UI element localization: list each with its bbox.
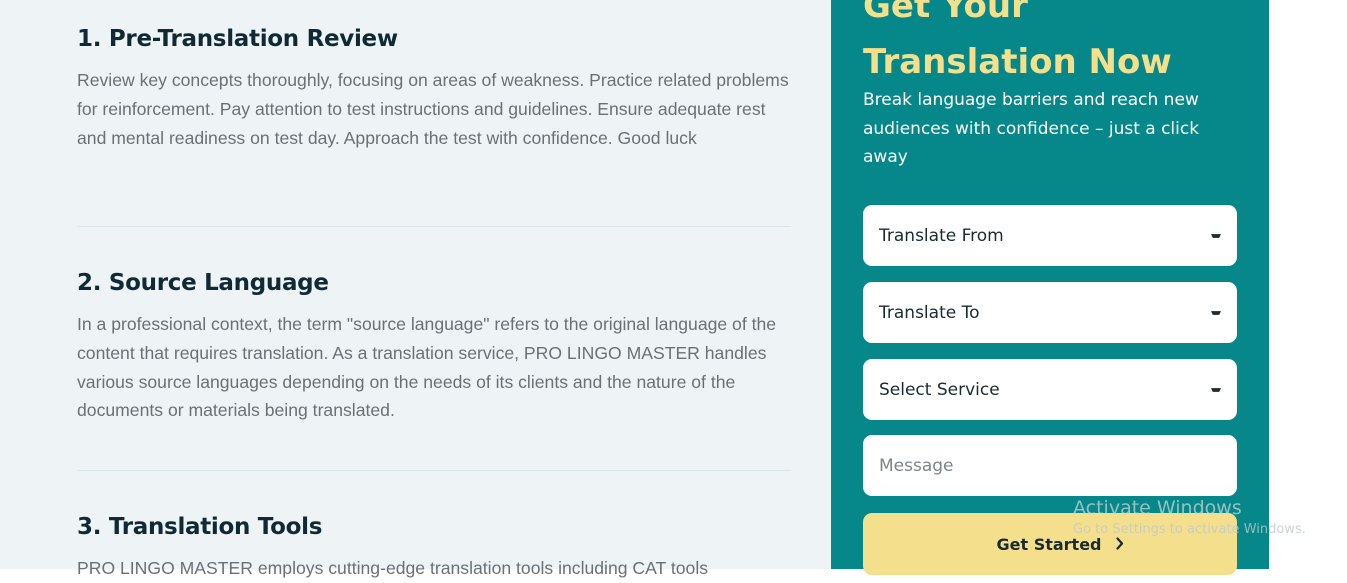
section-body: Review key concepts thoroughly, focusing… <box>77 70 789 148</box>
section-body: In a professional context, the term "sou… <box>77 314 777 421</box>
translate-to-label: Translate To <box>879 302 980 323</box>
panel-subtitle: Break language barriers and reach new au… <box>863 90 1200 167</box>
panel-title: Get Your Translation Now <box>863 0 1172 82</box>
section-divider <box>77 470 791 471</box>
chevron-down-icon <box>1211 308 1221 318</box>
select-service-label: Select Service <box>879 379 1000 400</box>
message-input[interactable]: Message <box>863 435 1237 496</box>
section-translation-tools: 3. Translation Tools PRO LINGO MASTER em… <box>77 512 791 583</box>
get-started-label: Get Started <box>996 534 1102 554</box>
message-placeholder: Message <box>879 455 954 476</box>
section-divider <box>77 226 791 227</box>
translate-to-select[interactable]: Translate To <box>863 282 1237 343</box>
chevron-down-icon <box>1211 385 1221 395</box>
translate-from-select[interactable]: Translate From <box>863 205 1237 266</box>
translation-request-panel: Get Your Translation Now Break language … <box>831 0 1269 575</box>
select-service-select[interactable]: Select Service <box>863 359 1237 420</box>
get-started-button[interactable]: Get Started <box>863 513 1237 575</box>
section-title: 3. Translation Tools <box>77 514 323 540</box>
section-pre-translation-review: 1. Pre-Translation Review Review key con… <box>77 24 791 152</box>
section-title: 2. Source Language <box>77 270 329 296</box>
translate-from-label: Translate From <box>879 225 1004 246</box>
section-body: PRO LINGO MASTER employs cutting-edge tr… <box>77 558 709 578</box>
section-source-language: 2. Source Language In a professional con… <box>77 268 791 425</box>
chevron-down-icon <box>1211 231 1221 241</box>
chevron-right-icon <box>1115 535 1124 554</box>
section-title: 1. Pre-Translation Review <box>77 26 398 52</box>
